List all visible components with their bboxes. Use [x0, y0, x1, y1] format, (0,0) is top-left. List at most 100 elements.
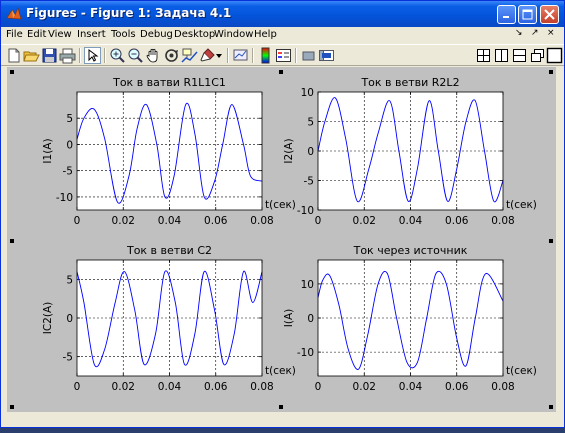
subplot-3: 0 0.02 0.04 0.06 0.08 -5 0 5 Ток в ветви C2 t(сек…: [42, 244, 296, 393]
x-tick-label: 0.02: [112, 215, 135, 227]
x-axis-label: t(сек): [506, 199, 537, 211]
x-tick-label: 0.08: [250, 381, 273, 393]
x-tick-label: 0.02: [353, 381, 376, 393]
close-button[interactable]: [540, 5, 559, 24]
window-title: Figures - Figure 1: Задача 4.1: [26, 6, 232, 20]
toolbar-separator: [252, 48, 254, 63]
status-bar: [1, 412, 564, 427]
edit-plot-pointer-icon[interactable]: [84, 47, 101, 64]
subplots-svg: 0 0.02 0.04 0.06 0.08 -10 -5 0 5 Ток в ватви R1L1…: [10, 70, 553, 409]
selection-handle: [279, 70, 283, 74]
tile-rows-icon[interactable]: [511, 47, 528, 64]
minimize-button[interactable]: [497, 5, 516, 24]
open-file-icon[interactable]: [23, 47, 40, 64]
close-icon: [544, 9, 555, 20]
figure-canvas[interactable]: 0 0.02 0.04 0.06 0.08 -10 -5 0 5 Ток в ватви R1L1…: [7, 67, 556, 412]
tile-grid-icon[interactable]: [475, 47, 492, 64]
figure-toolbar: [1, 44, 564, 66]
selection-handle: [549, 70, 553, 74]
tile-columns-icon[interactable]: [493, 47, 510, 64]
zoom-in-icon[interactable]: [109, 47, 126, 64]
x-tick-label: 0.02: [353, 215, 376, 227]
brush-dropdown-icon[interactable]: [215, 47, 223, 64]
save-icon[interactable]: [41, 47, 58, 64]
menu-edit[interactable]: Edit: [27, 29, 46, 40]
y-tick-label: -10: [56, 192, 73, 204]
show-plot-tools-icon[interactable]: [318, 47, 335, 64]
y-axis-label: I(A): [283, 309, 295, 327]
toolbar-separator: [295, 48, 297, 63]
y-axis-label: IC2(A): [42, 302, 54, 334]
x-tick-label: 0.08: [250, 215, 273, 227]
y-tick-label: 10: [301, 87, 314, 99]
subplot-title: Ток через источник: [353, 244, 468, 257]
x-axis-label: t(сек): [506, 365, 537, 377]
close-docked-button[interactable]: ×: [547, 28, 555, 38]
rotate-3d-icon[interactable]: [163, 47, 180, 64]
y-tick-label: -10: [297, 347, 314, 359]
selection-handle: [549, 239, 553, 243]
x-tick-label: 0.06: [204, 215, 228, 227]
new-figure-icon[interactable]: [5, 47, 22, 64]
brush-icon[interactable]: [199, 47, 216, 64]
menu-tools[interactable]: Tools: [111, 29, 136, 40]
toolbar-separator: [104, 48, 106, 63]
zoom-out-icon[interactable]: [127, 47, 144, 64]
taskbar-strip: [0, 428, 565, 433]
insert-legend-icon[interactable]: [275, 47, 292, 64]
data-cursor-icon[interactable]: [181, 47, 198, 64]
print-icon[interactable]: [59, 47, 76, 64]
link-plot-icon[interactable]: [232, 47, 249, 64]
insert-colorbar-icon[interactable]: [257, 47, 274, 64]
menu-debug[interactable]: Debug: [140, 29, 173, 40]
y-tick-label: -10: [297, 205, 314, 217]
x-tick-label: 0: [315, 215, 322, 227]
x-tick-label: 0.02: [112, 381, 135, 393]
subplot-title: Ток в ветви C2: [126, 244, 212, 257]
y-tick-label: 5: [66, 274, 73, 286]
selection-handle: [10, 239, 14, 243]
selection-handle: [279, 405, 283, 409]
selection-handle: [10, 405, 14, 409]
toolbar-separator: [79, 48, 81, 63]
figure-window: Figures - Figure 1: Задача 4.1 File Edit…: [0, 0, 565, 428]
selection-handle: [549, 405, 553, 409]
title-bar[interactable]: Figures - Figure 1: Задача 4.1: [1, 1, 564, 27]
hide-plot-tools-icon[interactable]: [300, 47, 317, 64]
matlab-app-icon: [6, 7, 22, 20]
pan-icon[interactable]: [145, 47, 162, 64]
y-tick-label: 0: [307, 146, 314, 158]
menu-bar: File Edit View Insert Tools Debug Deskto…: [1, 27, 564, 44]
menu-window[interactable]: Window: [214, 29, 253, 40]
toolbar-separator: [227, 48, 229, 63]
y-tick-label: -5: [63, 352, 73, 364]
float-icon[interactable]: [529, 47, 546, 64]
undock-button[interactable]: ↘: [515, 28, 523, 38]
subplot-title: Ток в ватви R1L1C1: [112, 76, 226, 89]
x-tick-label: 0.06: [445, 381, 469, 393]
y-axis-label: I1(A): [42, 138, 54, 163]
y-tick-label: 5: [66, 113, 73, 125]
x-tick-label: 0.04: [399, 215, 423, 227]
restore-docked-button[interactable]: ↗: [531, 28, 539, 38]
y-tick-label: 10: [301, 279, 314, 291]
x-tick-label: 0.04: [158, 215, 182, 227]
menu-file[interactable]: File: [6, 29, 23, 40]
y-tick-label: 0: [66, 313, 73, 325]
menu-view[interactable]: View: [48, 29, 72, 40]
subplot-2: 0 0.02 0.04 0.06 0.08 -10 -5 0 5 10 Ток в ветви R2…: [283, 76, 537, 227]
maximize-button[interactable]: [518, 5, 537, 24]
x-axis-label: t(сек): [265, 365, 296, 377]
menu-help[interactable]: Help: [254, 29, 277, 40]
subplot-4: 0 0.02 0.04 0.06 0.08 -10 0 10 Ток через источни…: [283, 244, 537, 393]
maximize-pane-icon[interactable]: [546, 47, 563, 64]
selection-handle: [10, 70, 14, 74]
minimize-icon: [503, 16, 509, 18]
x-axis-label: t(сек): [265, 199, 296, 211]
menu-desktop[interactable]: Desktop: [174, 29, 215, 40]
x-tick-label: 0.06: [445, 215, 469, 227]
x-tick-label: 0: [315, 381, 322, 393]
y-tick-label: 0: [307, 313, 314, 325]
subplot-1: 0 0.02 0.04 0.06 0.08 -10 -5 0 5 Ток в ватви R1L1…: [42, 76, 296, 227]
menu-insert[interactable]: Insert: [77, 29, 106, 40]
